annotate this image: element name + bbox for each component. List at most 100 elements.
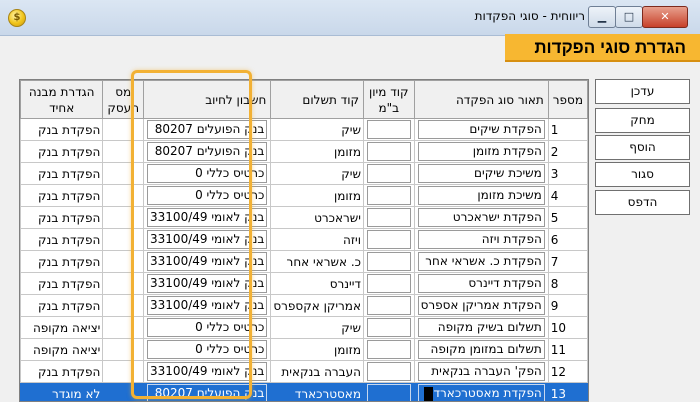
cell-number[interactable]: 5 — [548, 207, 587, 229]
cell-sort-code-value[interactable] — [367, 186, 411, 205]
cell-charge-account-value[interactable]: כרטיס כללי 0 — [147, 164, 267, 183]
cell-charge-account[interactable]: בנק לאומי 33100/49 — [144, 207, 271, 229]
cell-payment-code[interactable]: מזומן — [271, 339, 364, 361]
print-button[interactable]: הדפס — [595, 190, 690, 215]
table-row[interactable]: 11תשלום במזומן מקופהמזומןכרטיס כללי 0יצי… — [21, 339, 588, 361]
cell-charge-account-value[interactable]: בנק לאומי 33100/49 — [147, 208, 267, 227]
cell-number[interactable]: 8 — [548, 273, 587, 295]
cell-uniform-structure[interactable]: הפקדת בנק — [21, 273, 103, 295]
column-header-number[interactable]: מספר — [548, 81, 587, 119]
delete-button[interactable]: מחק — [595, 108, 690, 133]
cell-business-tax[interactable] — [103, 295, 144, 317]
cell-number[interactable]: 13 — [548, 383, 587, 402]
table-row[interactable]: 5הפקדת ישראכרטישראכרטבנק לאומי 33100/49ה… — [21, 207, 588, 229]
cell-number[interactable]: 4 — [548, 185, 587, 207]
cell-sort-code[interactable] — [363, 317, 414, 339]
cell-number[interactable]: 9 — [548, 295, 587, 317]
column-header-business-tax[interactable]: מס העסק — [103, 81, 144, 119]
cell-charge-account-value[interactable]: בנק לאומי 33100/49 — [147, 296, 267, 315]
cell-description-value[interactable]: הפקדת ישראכרט — [418, 208, 545, 227]
cell-business-tax[interactable] — [103, 273, 144, 295]
cell-uniform-structure[interactable]: הפקדת בנק — [21, 361, 103, 383]
cell-business-tax[interactable] — [103, 207, 144, 229]
cell-sort-code-value[interactable] — [367, 318, 411, 337]
cell-description-value[interactable]: משיכת מזומן — [418, 186, 545, 205]
cell-sort-code[interactable] — [363, 295, 414, 317]
update-button[interactable]: עדכן — [595, 79, 690, 104]
cell-charge-account[interactable]: כרטיס כללי 0 — [144, 163, 271, 185]
cell-charge-account[interactable]: בנק הפועלים 80207 — [144, 141, 271, 163]
cell-charge-account-value[interactable]: בנק לאומי 33100/49 — [147, 252, 267, 271]
cell-description[interactable]: הפקדת אמריקן אספרס — [414, 295, 548, 317]
column-header-charge-account[interactable]: חשבון לחיוב — [144, 81, 271, 119]
minimize-button[interactable]: ▁ — [588, 6, 616, 28]
cell-number[interactable]: 2 — [548, 141, 587, 163]
cell-business-tax[interactable] — [103, 119, 144, 141]
cell-description-value[interactable]: תשלום במזומן מקופה — [418, 340, 545, 359]
cell-business-tax[interactable] — [103, 185, 144, 207]
cell-uniform-structure[interactable]: הפקדת בנק — [21, 229, 103, 251]
cell-sort-code-value[interactable] — [367, 340, 411, 359]
cell-charge-account-value[interactable]: כרטיס כללי 0 — [147, 318, 267, 337]
cell-payment-code[interactable]: כ. אשראי אחר — [271, 251, 364, 273]
cell-sort-code[interactable] — [363, 383, 414, 402]
cell-charge-account[interactable]: בנק הפועלים 80207 — [144, 119, 271, 141]
cell-charge-account-value[interactable]: בנק הפועלים 80207 — [147, 142, 267, 161]
cell-description[interactable]: הפקדת ישראכרט — [414, 207, 548, 229]
cell-sort-code[interactable] — [363, 339, 414, 361]
cell-sort-code-value[interactable] — [367, 142, 411, 161]
maximize-button[interactable]: □ — [615, 6, 643, 28]
cell-uniform-structure[interactable]: לא מוגדר — [21, 383, 103, 402]
table-row[interactable]: 2הפקדת מזומןמזומןבנק הפועלים 80207הפקדת … — [21, 141, 588, 163]
cell-charge-account[interactable]: בנק לאומי 33100/49 — [144, 361, 271, 383]
cell-sort-code[interactable] — [363, 229, 414, 251]
cell-sort-code[interactable] — [363, 207, 414, 229]
cell-payment-code[interactable]: ישראכרט — [271, 207, 364, 229]
cell-uniform-structure[interactable]: הפקדת בנק — [21, 163, 103, 185]
cell-sort-code-value[interactable] — [367, 208, 411, 227]
cell-sort-code-value[interactable] — [367, 230, 411, 249]
cell-charge-account[interactable]: בנק לאומי 33100/49 — [144, 273, 271, 295]
cell-description[interactable]: הפקדת שיקים — [414, 119, 548, 141]
cell-number[interactable]: 11 — [548, 339, 587, 361]
cell-payment-code[interactable]: מאסטרכארד — [271, 383, 364, 402]
column-header-sort-code[interactable]: קוד מיון ב"מ — [363, 81, 414, 119]
cell-number[interactable]: 12 — [548, 361, 587, 383]
cell-payment-code[interactable]: שיק — [271, 163, 364, 185]
table-row[interactable]: 6הפקדת ויזהויזהבנק לאומי 33100/49הפקדת ב… — [21, 229, 588, 251]
close-button[interactable]: סגור — [595, 162, 690, 187]
table-row[interactable]: 7הפקדת כ. אשראי אחרכ. אשראי אחרבנק לאומי… — [21, 251, 588, 273]
cell-charge-account-value[interactable]: כרטיס כללי 0 — [147, 340, 267, 359]
cell-uniform-structure[interactable]: יציאה מקופה — [21, 317, 103, 339]
cell-number[interactable]: 3 — [548, 163, 587, 185]
table-row[interactable]: 9הפקדת אמריקן אספרסאמריקן אקספרסבנק לאומ… — [21, 295, 588, 317]
table-row[interactable]: 10תשלום בשיק מקופהשיקכרטיס כללי 0יציאה מ… — [21, 317, 588, 339]
cell-payment-code[interactable]: שיק — [271, 317, 364, 339]
cell-sort-code[interactable] — [363, 273, 414, 295]
cell-description-value[interactable]: משיכת שיקים — [418, 164, 545, 183]
cell-sort-code-value[interactable] — [367, 252, 411, 271]
cell-charge-account[interactable]: בנק לאומי 33100/49 — [144, 229, 271, 251]
column-header-payment-code[interactable]: קוד תשלום — [271, 81, 364, 119]
cell-business-tax[interactable] — [103, 163, 144, 185]
cell-business-tax[interactable] — [103, 361, 144, 383]
cell-charge-account[interactable]: כרטיס כללי 0 — [144, 339, 271, 361]
cell-description-value[interactable]: תשלום בשיק מקופה — [418, 318, 545, 337]
cell-business-tax[interactable] — [103, 229, 144, 251]
cell-description-value[interactable]: הפקדת דיינרס — [418, 274, 545, 293]
cell-description[interactable]: תשלום במזומן מקופה — [414, 339, 548, 361]
cell-description[interactable]: הפקדת דיינרס — [414, 273, 548, 295]
cell-sort-code[interactable] — [363, 141, 414, 163]
table-row[interactable]: 13הפקדת מאסטרכארדמאסטרכארדבנק הפועלים 80… — [21, 383, 588, 402]
cell-sort-code-value[interactable] — [367, 296, 411, 315]
cell-business-tax[interactable] — [103, 317, 144, 339]
cell-charge-account[interactable]: בנק הפועלים 80207 — [144, 383, 271, 402]
column-header-description[interactable]: תאור סוג הפקדה — [414, 81, 548, 119]
table-row[interactable]: 3משיכת שיקים שיקכרטיס כללי 0 הפקדת בנק — [21, 163, 588, 185]
cell-uniform-structure[interactable]: הפקדת בנק — [21, 251, 103, 273]
cell-description[interactable]: משיכת מזומן — [414, 185, 548, 207]
cell-payment-code[interactable]: מזומן — [271, 185, 364, 207]
cell-description[interactable]: הפק' העברה בנקאית — [414, 361, 548, 383]
cell-description-value[interactable]: הפקדת כ. אשראי אחר — [418, 252, 545, 271]
table-row[interactable]: 1הפקדת שיקיםשיקבנק הפועלים 80207הפקדת בנ… — [21, 119, 588, 141]
